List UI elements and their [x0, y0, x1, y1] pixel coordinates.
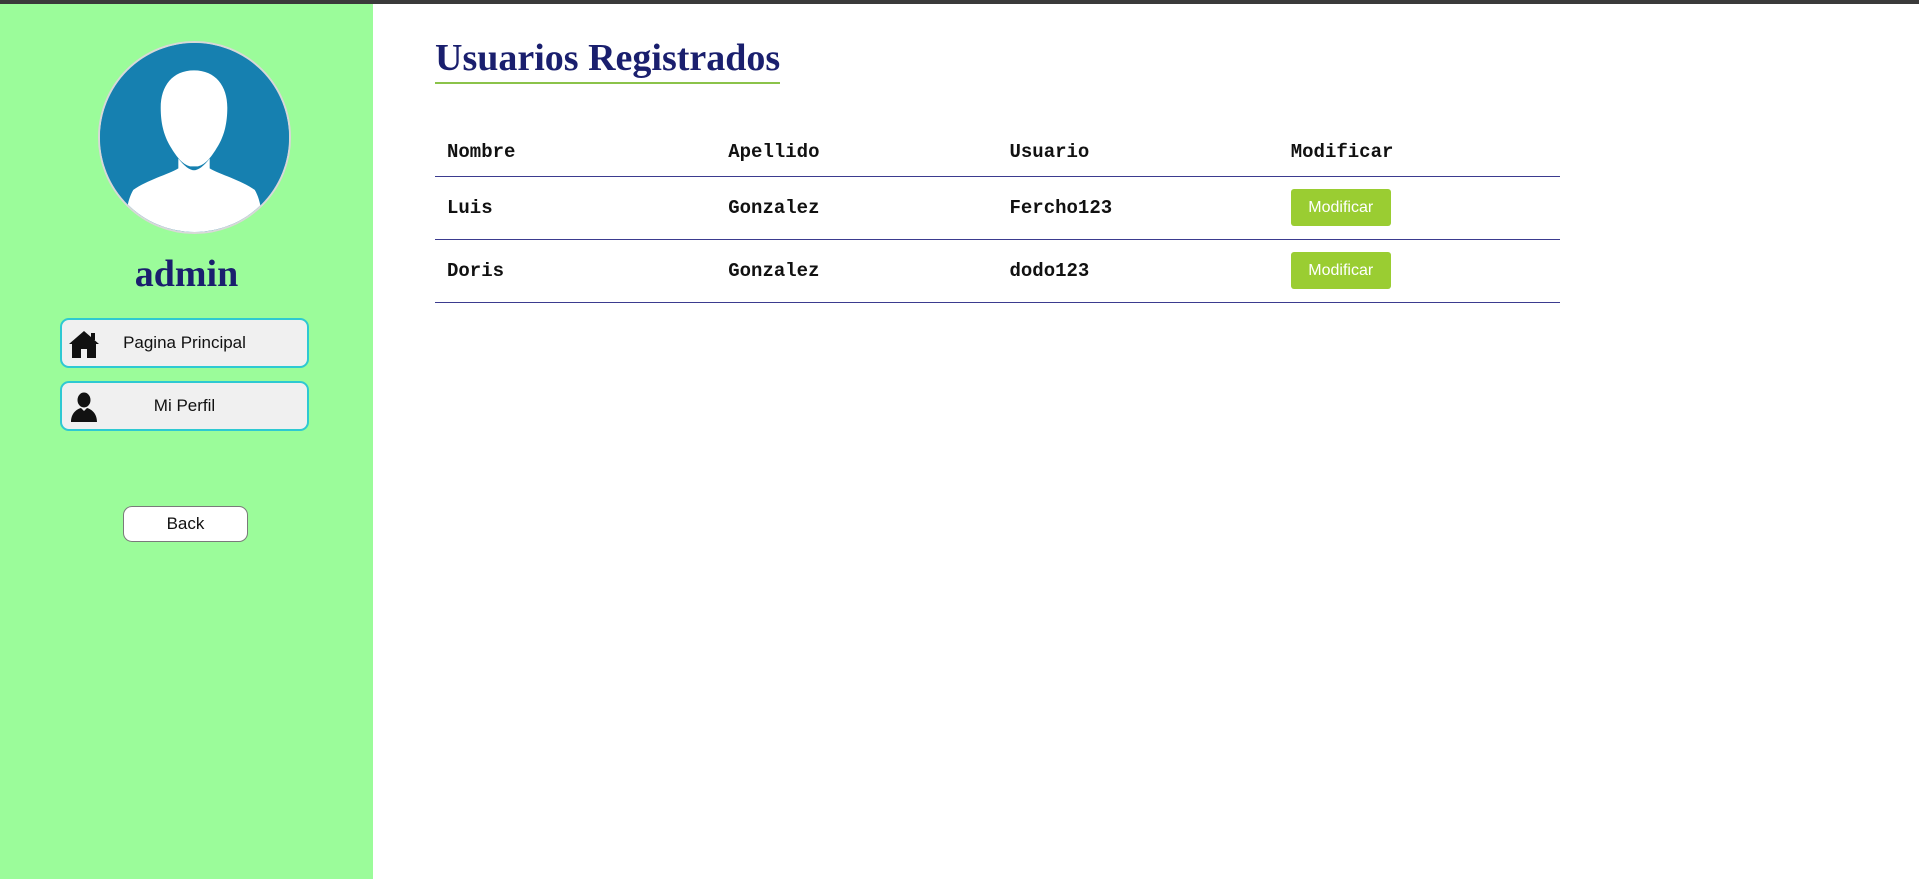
user-silhouette-icon: [100, 43, 289, 232]
cell-action: Modificar: [1278, 176, 1560, 240]
table-header-row: Nombre Apellido Usuario Modificar: [435, 128, 1560, 177]
cell-nombre: Doris: [435, 239, 717, 303]
cell-apellido: Gonzalez: [716, 176, 998, 240]
column-header-nombre: Nombre: [435, 128, 717, 177]
table-row: Luis Gonzalez Fercho123 Modificar: [435, 176, 1560, 240]
modify-button[interactable]: Modificar: [1290, 189, 1391, 226]
page-title: Usuarios Registrados: [435, 36, 781, 84]
cell-apellido: Gonzalez: [716, 239, 998, 303]
nav-label: Mi Perfil: [153, 396, 216, 415]
column-header-usuario: Usuario: [997, 128, 1279, 177]
cell-usuario: dodo123: [997, 239, 1279, 303]
avatar: [98, 41, 291, 234]
column-header-apellido: Apellido: [716, 128, 998, 177]
cell-action: Modificar: [1278, 239, 1560, 303]
nav-label: Pagina Principal: [123, 333, 246, 352]
nav-button-pagina-principal[interactable]: Pagina Principal: [60, 318, 309, 368]
modify-button[interactable]: Modificar: [1290, 252, 1391, 289]
cell-nombre: Luis: [435, 176, 717, 240]
table-row: Doris Gonzalez dodo123 Modificar: [435, 239, 1560, 303]
nav-button-mi-perfil[interactable]: Mi Perfil: [60, 381, 309, 431]
sidebar: admin Pagina Principal Mi Perfil Back: [0, 4, 373, 879]
users-table: Nombre Apellido Usuario Modificar Luis G…: [435, 128, 1560, 303]
cell-usuario: Fercho123: [997, 176, 1279, 240]
back-button[interactable]: Back: [123, 506, 248, 542]
username: admin: [134, 253, 239, 295]
column-header-modificar: Modificar: [1278, 128, 1560, 177]
